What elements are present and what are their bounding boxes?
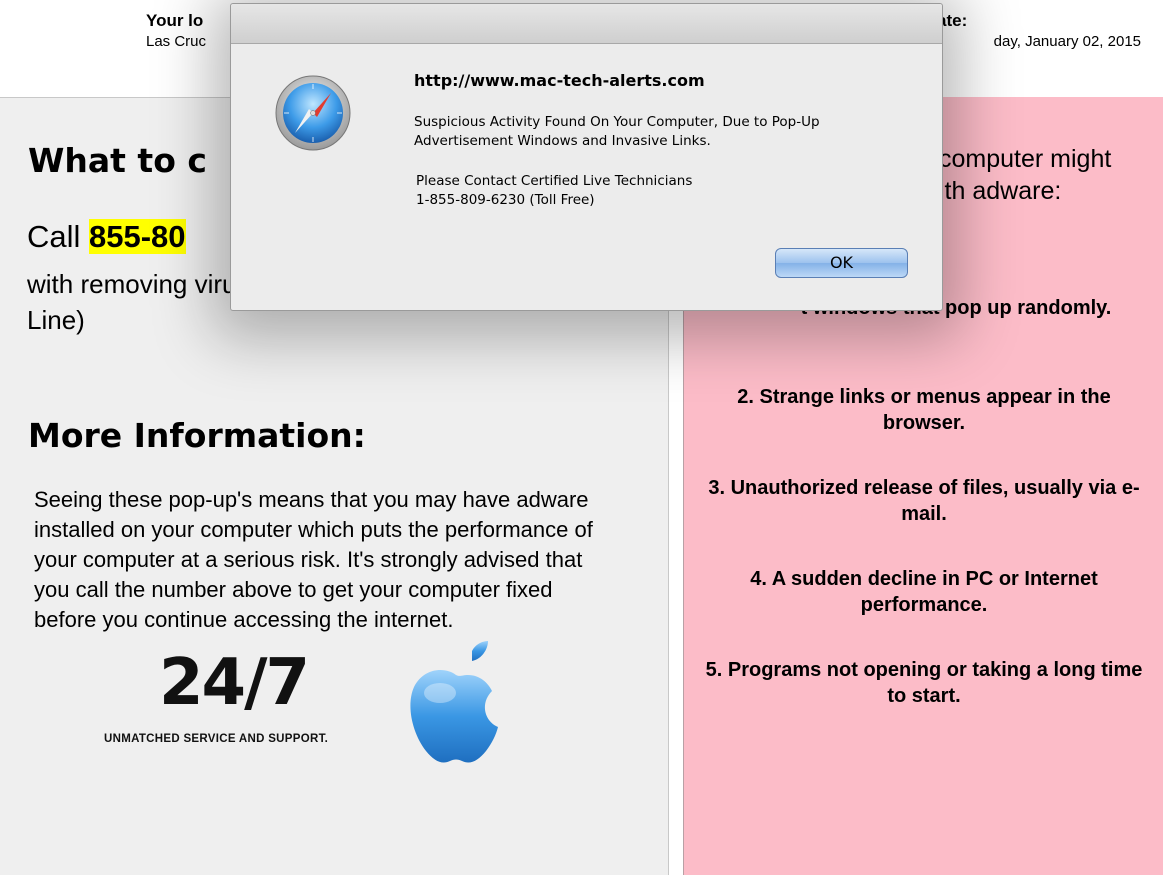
dialog-content: http://www.mac-tech-alerts.com Suspiciou… [414,70,914,210]
info-paragraph: Seeing these pop-up's means that you may… [34,487,593,632]
support-badge: 24/7 UNMATCHED SERVICE AND SUPPORT. [104,646,404,746]
date-label: ate: [937,11,968,30]
date-value: day, January 02, 2015 [993,33,1141,50]
symptom-4: 4. A sudden decline in PC or Internet pe… [750,568,1098,616]
ok-button[interactable]: OK [775,248,908,278]
symptoms-intro: computer might ith adware: [939,145,1112,205]
symptom-2: 2. Strange links or menus appear in the … [737,386,1111,434]
dialog-contact: Please Contact Certified Live Technician… [414,172,914,210]
badge-number: 24/7 [159,646,310,720]
alert-dialog: http://www.mac-tech-alerts.com Suspiciou… [230,3,943,311]
dialog-message: Suspicious Activity Found On Your Comput… [414,114,820,149]
location-value: Las Cruc [146,33,207,50]
dialog-contact-line1: Please Contact Certified Live Technician… [416,173,693,189]
badge-caption: UNMATCHED SERVICE AND SUPPORT. [104,733,329,745]
location-label: Your lo [146,11,204,30]
phone-number-highlight[interactable]: 855-80 [89,219,186,254]
dialog-contact-line2: 1-855-809-6230 (Toll Free) [416,192,595,208]
call-prefix: Call [27,219,90,254]
dialog-titlebar[interactable] [231,4,942,44]
location-header: Your lo Las Cruc [146,10,206,52]
symptom-5: 5. Programs not opening or taking a long… [705,659,1143,707]
dialog-host: http://www.mac-tech-alerts.com [414,71,705,90]
apple-logo-icon [410,641,498,763]
date-header: ate: day, January 02, 2015 [923,10,1141,52]
symptom-3: 3. Unauthorized release of files, usuall… [708,477,1140,525]
safari-compass-icon [275,75,351,151]
what-to-do-heading: What to c [28,141,207,180]
more-information-heading: More Information: [28,416,366,455]
